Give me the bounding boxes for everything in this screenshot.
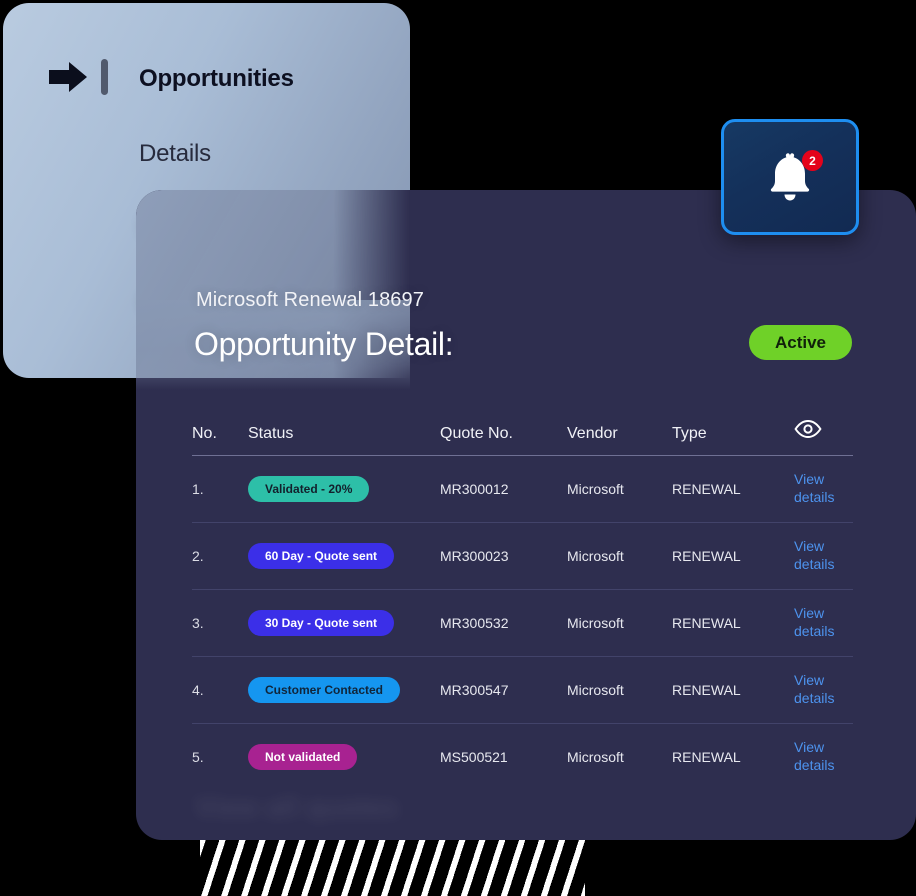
row-type: RENEWAL [672, 481, 741, 497]
row-type: RENEWAL [672, 615, 741, 631]
arrow-right-to-bracket-icon[interactable] [47, 58, 91, 96]
row-quote-no: MS500521 [440, 749, 508, 765]
detail-heading: Opportunity Detail: [194, 326, 454, 362]
row-status-badge: Customer Contacted [248, 677, 401, 703]
table-row[interactable]: 4. Customer Contacted MR300547 Microsoft REN… [192, 657, 853, 724]
diagonal-stripes-decoration [200, 838, 585, 896]
table-row[interactable]: 2. 60 Day - Quote sent MR300023 Microsoft RE… [192, 523, 853, 590]
row-view-cell: View details [794, 471, 853, 507]
row-quote-no: MR300547 [440, 682, 509, 698]
row-number: 5. [192, 749, 204, 765]
view-details-link[interactable]: View details [794, 471, 834, 505]
row-view-cell: View details [794, 672, 853, 708]
sidebar-item-details[interactable]: Details [139, 140, 211, 168]
column-header-type[interactable]: Type [672, 425, 794, 443]
row-status-badge: Not validated [248, 744, 358, 770]
row-number: 3. [192, 615, 204, 631]
row-vendor: Microsoft [567, 548, 624, 564]
row-status-badge: Validated - 20% [248, 476, 370, 502]
row-status-badge: 60 Day - Quote sent [248, 543, 395, 569]
notification-count-badge: 2 [802, 150, 823, 171]
table-header-row: No. Status Quote No. Vendor Type [192, 419, 853, 456]
card-footer-blurred-text: View all quotes [196, 792, 399, 822]
bell-icon[interactable]: 2 [764, 150, 823, 203]
row-status-cell: 60 Day - Quote sent [248, 543, 440, 569]
view-details-link[interactable]: View details [794, 739, 834, 773]
row-type: RENEWAL [672, 682, 741, 698]
notification-card[interactable]: 2 [721, 119, 859, 235]
row-number: 1. [192, 481, 204, 497]
column-header-no[interactable]: No. [192, 425, 248, 443]
view-details-link[interactable]: View details [794, 538, 834, 572]
column-header-quote-no[interactable]: Quote No. [440, 425, 567, 443]
quotes-table: No. Status Quote No. Vendor Type 1. Valid… [192, 419, 853, 790]
row-status-cell: Validated - 20% [248, 476, 440, 502]
view-details-link[interactable]: View details [794, 672, 834, 706]
column-header-status[interactable]: Status [248, 425, 440, 443]
row-vendor: Microsoft [567, 749, 624, 765]
row-status-badge: 30 Day - Quote sent [248, 610, 395, 636]
status-badge: Active [748, 325, 852, 360]
row-view-cell: View details [794, 739, 853, 775]
row-type: RENEWAL [672, 749, 741, 765]
table-row[interactable]: 5. Not validated MS500521 Microsoft RENEWAL V… [192, 724, 853, 790]
table-row[interactable]: 3. 30 Day - Quote sent MR300532 Microsoft RE… [192, 590, 853, 657]
row-vendor: Microsoft [567, 481, 624, 497]
row-quote-no: MR300532 [440, 615, 509, 631]
row-quote-no: MR300012 [440, 481, 509, 497]
row-view-cell: View details [794, 605, 853, 641]
sidebar-divider-bar [101, 59, 108, 95]
row-status-cell: Customer Contacted [248, 677, 440, 703]
row-vendor: Microsoft [567, 682, 624, 698]
sidebar-collapse-control[interactable] [47, 58, 108, 96]
eye-icon[interactable] [794, 419, 822, 443]
row-vendor: Microsoft [567, 615, 624, 631]
column-header-vendor[interactable]: Vendor [567, 425, 672, 443]
opportunity-name: Microsoft Renewal 18697 [196, 289, 424, 311]
row-type: RENEWAL [672, 548, 741, 564]
row-number: 4. [192, 682, 204, 698]
row-view-cell: View details [794, 538, 853, 574]
row-quote-no: MR300023 [440, 548, 509, 564]
row-status-cell: Not validated [248, 744, 440, 770]
view-details-link[interactable]: View details [794, 605, 834, 639]
page-title: Opportunities [139, 65, 294, 92]
column-header-view[interactable] [794, 419, 853, 443]
table-body: 1. Validated - 20% MR300012 Microsoft RENEWA… [192, 456, 853, 790]
row-status-cell: 30 Day - Quote sent [248, 610, 440, 636]
table-row[interactable]: 1. Validated - 20% MR300012 Microsoft RENEWA… [192, 456, 853, 523]
row-number: 2. [192, 548, 204, 564]
